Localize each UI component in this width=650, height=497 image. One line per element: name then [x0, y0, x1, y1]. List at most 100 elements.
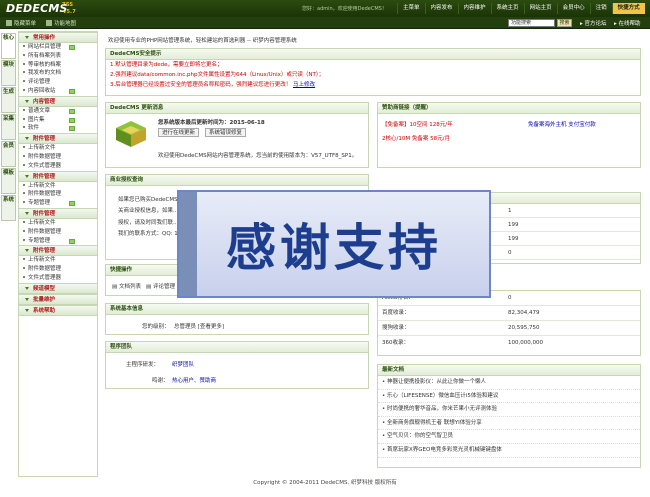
sidebar-section-attachment[interactable]: 附件管理: [19, 133, 97, 145]
update-panel: DedeCMS 更新消息 您系统版本最后更新时间为：2015-06-18 进行在…: [105, 102, 369, 168]
team-label: 主程序研发：: [126, 362, 160, 368]
sidebar-section-attachment[interactable]: 附件管理: [19, 207, 97, 219]
quick-menu-button[interactable]: 快捷方式: [611, 3, 645, 14]
sidebar-item[interactable]: 图片集: [19, 116, 97, 125]
nav-logout[interactable]: 注销: [589, 3, 612, 14]
sidebar-section-common[interactable]: 常用操作: [19, 32, 97, 43]
sidebar-item[interactable]: 专题管理: [19, 237, 97, 246]
panel-title: 程序团队: [106, 342, 368, 353]
nav-maintain[interactable]: 内容维护: [457, 3, 491, 14]
tab-template[interactable]: 模板: [1, 168, 16, 194]
panel-title: 商业授权查询: [106, 175, 368, 186]
security-line: 2.强烈建议data/common.inc.php文件属性设置为644（Linu…: [110, 72, 325, 78]
sponsor-link[interactable]: 免备案海外主机 支付宝付款: [528, 120, 596, 128]
sidebar-item[interactable]: 文件式管理器: [19, 274, 97, 283]
nav-system-home[interactable]: 系统主页: [490, 3, 524, 14]
top-bar: DEDECMS ZSS v5.7 您好：admin，欢迎使用DedeCMS！ 主…: [0, 0, 650, 17]
sidebar-item[interactable]: 上传新文件: [19, 182, 97, 191]
news-item[interactable]: 时尚便携的奢华音品，你米芒果小无评测体验: [378, 403, 640, 417]
sidebar-item[interactable]: 文件式管理器: [19, 162, 97, 171]
sidebar-section-batch[interactable]: 批量维护: [19, 293, 97, 305]
sidebar-item[interactable]: 上传新文件: [19, 256, 97, 265]
sidebar: 常用操作 网站栏目管理 所有档案列表 等审核的档案 我发布的文档 评论管理 内容…: [18, 31, 98, 477]
online-update-button[interactable]: 进行在线更新: [158, 128, 200, 137]
sidebar-item[interactable]: 附件数据管理: [19, 190, 97, 199]
add-icon[interactable]: [69, 117, 75, 123]
panel-title: DedeCMS安全提示: [106, 49, 640, 60]
news-item[interactable]: 首席玩家X界GEO电竞多彩竞光灵机械键键盘体: [378, 444, 640, 458]
official-forum-link[interactable]: ▸ 官方论坛: [580, 19, 607, 27]
sidebar-section-attachment[interactable]: 附件管理: [19, 170, 97, 182]
add-icon[interactable]: [69, 201, 75, 207]
panel-title: 系统基本信息: [106, 304, 368, 315]
sidebar-item[interactable]: 上传新文件: [19, 219, 97, 228]
news-item[interactable]: 乐心（LIFESENSE）微信血压计i5体验和建议: [378, 390, 640, 404]
sidebar-item[interactable]: 等审核的档案: [19, 61, 97, 70]
map-icon: [46, 20, 53, 26]
last-update-text: 您系统版本最后更新时间为：2015-06-18: [158, 120, 265, 126]
nav-main-menu[interactable]: 主菜单: [397, 3, 425, 14]
sidebar-item[interactable]: 上传新文件: [19, 144, 97, 153]
nav-member-center[interactable]: 会员中心: [556, 3, 590, 14]
add-icon[interactable]: [69, 108, 75, 114]
seo-row: 百度收录： 82,304,479: [378, 306, 640, 321]
fix-error-button[interactable]: 系统错误修复: [205, 128, 247, 137]
logo: DEDECMS ZSS v5.7: [6, 2, 76, 15]
sidebar-section-attachment[interactable]: 附件管理: [19, 245, 97, 257]
security-line: 1.默认管理目录为dede，需要立即将它更名；: [110, 62, 223, 68]
add-icon[interactable]: [69, 88, 75, 94]
seo-row: 搜狗收录： 20,595,750: [378, 321, 640, 336]
level-value[interactable]: 总管理员 [查看更多]: [174, 322, 224, 330]
add-icon[interactable]: [69, 126, 75, 132]
sidebar-item[interactable]: 专题管理: [19, 199, 97, 208]
sidebar-item[interactable]: 附件数据管理: [19, 228, 97, 237]
sponsor-link[interactable]: 【免备案】10空间 128元/年: [382, 120, 453, 128]
team-value[interactable]: 织梦团队: [172, 360, 194, 368]
level-label: 您的级别：: [142, 324, 170, 330]
news-item[interactable]: 空气贝贝：你的空气智卫员: [378, 430, 640, 444]
team-value[interactable]: 热心用户、赞助商: [172, 376, 216, 384]
add-icon[interactable]: [69, 45, 75, 50]
tab-collect[interactable]: 采集: [1, 114, 16, 140]
feature-map-button[interactable]: 功能地图: [46, 19, 76, 27]
nav-publish[interactable]: 内容发布: [424, 3, 458, 14]
team-label: 鸣谢：: [152, 378, 169, 384]
sidebar-item[interactable]: 普通文章: [19, 107, 97, 116]
welcome-text: 您好：admin，欢迎使用DedeCMS！: [302, 6, 387, 12]
sponsor-panel: 赞助商链接（提醒） 【免备案】10空间 128元/年 免备案海外主机 支付宝付款…: [377, 102, 641, 168]
online-help-link[interactable]: ▸ 在线帮助: [614, 19, 641, 27]
sponsor-link[interactable]: 2核心/10M 免备案 58元/月: [382, 134, 450, 142]
sidebar-item[interactable]: 软件: [19, 124, 97, 133]
tab-generate[interactable]: 生成: [1, 87, 16, 113]
panel-title: 最新文档: [378, 365, 640, 376]
sidebar-section-content[interactable]: 内容管理: [19, 95, 97, 107]
tab-member[interactable]: 会员: [1, 141, 16, 167]
overlay-text: 感谢支持: [226, 218, 442, 277]
sidebar-item[interactable]: 评论管理: [19, 78, 97, 87]
sidebar-section-channel-model[interactable]: 频道模型: [19, 282, 97, 294]
tab-core[interactable]: 核心: [1, 33, 16, 59]
thanks-overlay: 感谢支持: [177, 190, 491, 298]
sidebar-item[interactable]: 附件数据管理: [19, 265, 97, 274]
sidebar-item[interactable]: 所有档案列表: [19, 52, 97, 61]
sub-bar: 隐藏菜单 功能地图 功能搜索 搜索 ▸ 官方论坛 ▸ 在线帮助: [0, 17, 650, 29]
sidebar-item[interactable]: 网站栏目管理: [19, 43, 97, 52]
quick-item-doc-list[interactable]: ▤ 文档列表: [112, 282, 141, 290]
top-nav: 主菜单 内容发布 内容维护 系统主页 网站主页 会员中心 注销 快捷方式: [397, 3, 645, 14]
function-search-input[interactable]: 功能搜索: [508, 19, 555, 27]
news-item[interactable]: 全新商务旗舰得机王者 联想YI体验分享: [378, 417, 640, 431]
version-text: 欢迎使用DedeCMS网站内容管理系统，您当前的使用版本为：V57_UTF8_S…: [158, 153, 358, 159]
add-icon[interactable]: [69, 238, 75, 244]
change-now-link[interactable]: 马上修改: [293, 82, 315, 88]
search-button[interactable]: 搜索: [557, 19, 572, 27]
news-item[interactable]: 神器让便携投影仪：从此让你做一个懒人: [378, 376, 640, 390]
sidebar-section-help[interactable]: 系统帮助: [19, 304, 97, 316]
hide-menu-button[interactable]: 隐藏菜单: [6, 19, 36, 27]
sidebar-item[interactable]: 我发布的文档: [19, 69, 97, 78]
tab-system[interactable]: 系统: [1, 195, 16, 221]
sidebar-item[interactable]: 附件数据管理: [19, 153, 97, 162]
quick-item-comments[interactable]: ▤ 评论管理: [146, 282, 175, 290]
sidebar-item[interactable]: 内容回收站: [19, 87, 97, 96]
tab-module[interactable]: 模块: [1, 60, 16, 86]
nav-site-home[interactable]: 网站主页: [523, 3, 557, 14]
